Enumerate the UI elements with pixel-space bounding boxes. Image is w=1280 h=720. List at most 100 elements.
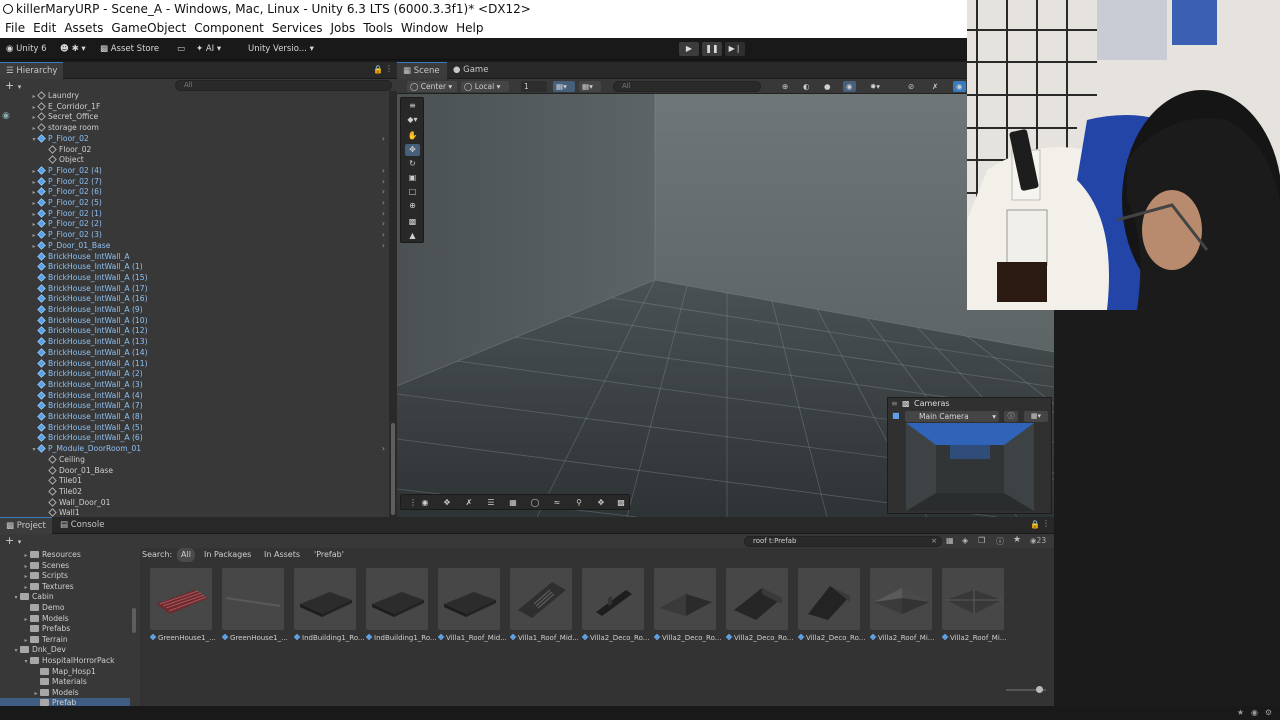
open-prefab-arrow-icon[interactable]: › — [382, 444, 385, 455]
pause-button[interactable]: ❚❚ — [702, 42, 722, 56]
tab-project[interactable]: ▩ Project — [0, 517, 52, 534]
hierarchy-row[interactable]: ▸ P_Floor_02 (1) › — [0, 209, 389, 220]
layers-icon[interactable]: ≈ — [549, 497, 565, 508]
palette-grip-icon[interactable]: ≡ — [405, 100, 420, 112]
info-icon[interactable]: ⓘ — [1004, 411, 1018, 422]
align-icon[interactable]: ☰ — [483, 497, 499, 508]
status-icon-3[interactable]: ⚙ — [1265, 708, 1272, 717]
probuilder-tool-icon[interactable]: ▲ — [405, 230, 420, 242]
tools-icon[interactable]: ✗ — [929, 81, 941, 92]
hierarchy-row[interactable]: ▸ E_Corridor_1F — [0, 102, 389, 113]
hierarchy-row[interactable]: Ceiling — [0, 455, 389, 466]
open-prefab-arrow-icon[interactable]: › — [382, 230, 385, 241]
hierarchy-row[interactable]: Floor_02 — [0, 145, 389, 156]
folder-row[interactable]: ▸ Textures — [0, 582, 130, 593]
hierarchy-row[interactable]: BrickHouse_IntWall_A (7) — [0, 401, 389, 412]
tab-game[interactable]: ● Game — [447, 62, 494, 79]
menu-assets[interactable]: Assets — [59, 19, 106, 38]
favorite-star-icon[interactable]: ★ — [1013, 535, 1021, 545]
hierarchy-row[interactable]: BrickHouse_IntWall_A (8) — [0, 412, 389, 423]
custom-tool-icon[interactable]: ▩ — [405, 216, 420, 228]
hierarchy-row[interactable]: BrickHouse_IntWall_A (14) — [0, 348, 389, 359]
open-prefab-arrow-icon[interactable]: › — [382, 134, 385, 145]
version-control-dropdown[interactable]: Unity Versio... ▾ — [248, 42, 314, 56]
save-search-icon[interactable]: ▦ — [946, 536, 954, 545]
menu-services[interactable]: Services — [267, 19, 326, 38]
hidden-packages-count[interactable]: ◉23 — [1030, 536, 1046, 545]
asset-tile[interactable]: GreenHouse1_... — [222, 568, 288, 648]
open-prefab-arrow-icon[interactable]: › — [382, 177, 385, 188]
hierarchy-row[interactable]: BrickHouse_IntWall_A (13) — [0, 337, 389, 348]
open-prefab-arrow-icon[interactable]: › — [382, 241, 385, 252]
asset-store-button[interactable]: ▩ Asset Store — [100, 42, 159, 56]
scope-prefab[interactable]: 'Prefab' — [314, 548, 344, 562]
rotate-tool-icon[interactable]: ↻ — [405, 158, 420, 170]
tab-console[interactable]: ▤ Console — [54, 517, 110, 534]
hierarchy-row[interactable]: BrickHouse_IntWall_A — [0, 252, 389, 263]
folder-row[interactable]: ▸ Resources — [0, 550, 130, 561]
space-dropdown[interactable]: ◯ Local ▾ — [461, 81, 509, 92]
menu-component[interactable]: Component — [189, 19, 267, 38]
scene-viewport[interactable]: ≡ ◆▾ ✋ ✥ ↻ ▣ □ ⊕ ▩ ▲ ⋮ ◉ ✥ ✗ ☰ ▦ ◯ ≈ ⚲ ✥… — [397, 94, 1054, 517]
kebab-menu-icon[interactable]: ⋮ — [1042, 519, 1050, 528]
scale-tool-icon[interactable]: ▣ — [405, 172, 420, 184]
hierarchy-row[interactable]: Object — [0, 155, 389, 166]
draw-mode-icon[interactable]: ◆▾ — [405, 114, 420, 126]
pan-icon[interactable]: ✥ — [593, 497, 609, 508]
folder-scroll-thumb[interactable] — [132, 608, 136, 633]
hierarchy-row[interactable]: ▸ P_Floor_02 (3) › — [0, 230, 389, 241]
pivot-dropdown[interactable]: ◯ Center ▾ — [407, 81, 457, 92]
move-tool-icon[interactable]: ✥ — [405, 144, 420, 156]
snap-button[interactable]: ▦▾ — [579, 81, 601, 92]
asset-tile[interactable]: GreenHouse1_... — [150, 568, 216, 648]
open-prefab-arrow-icon[interactable]: › — [382, 209, 385, 220]
hierarchy-row[interactable]: ▾ P_Module_DoorRoom_01 › — [0, 444, 389, 455]
camera-options-icon[interactable]: ▦▾ — [1024, 411, 1048, 422]
hierarchy-row[interactable]: BrickHouse_IntWall_A (2) — [0, 369, 389, 380]
rect-tool-icon[interactable]: □ — [405, 186, 420, 198]
hierarchy-row[interactable]: BrickHouse_IntWall_A (11) — [0, 359, 389, 370]
scope-in-assets[interactable]: In Assets — [264, 548, 300, 562]
create-plus-button[interactable]: + ▾ — [5, 534, 21, 547]
zoom-icon[interactable]: ⚲ — [571, 497, 587, 508]
folder-row[interactable]: ▸ Scripts — [0, 571, 130, 582]
folder-row[interactable]: ▾ Cabin — [0, 592, 130, 603]
status-icon-1[interactable]: ★ — [1237, 708, 1244, 717]
hierarchy-row[interactable]: BrickHouse_IntWall_A (15) — [0, 273, 389, 284]
folder-row[interactable]: Prefab — [0, 698, 130, 706]
menu-window[interactable]: Window — [396, 19, 451, 38]
package-icon[interactable]: ▭ — [177, 42, 185, 56]
asset-tile[interactable]: Villa2_Roof_Mi... — [942, 568, 1006, 648]
open-prefab-arrow-icon[interactable]: › — [382, 166, 385, 177]
hierarchy-row[interactable]: ▸ P_Floor_02 (2) › — [0, 219, 389, 230]
hierarchy-row[interactable]: BrickHouse_IntWall_A (3) — [0, 380, 389, 391]
hand-tool-icon[interactable]: ✋ — [405, 130, 420, 142]
asset-tile[interactable]: IndBuilding1_Ro... — [366, 568, 437, 648]
orientation-icon[interactable]: ⊕ — [779, 81, 791, 92]
hierarchy-row[interactable]: ▸ P_Floor_02 (6) › — [0, 187, 389, 198]
hierarchy-row[interactable]: BrickHouse_IntWall_A (6) — [0, 433, 389, 444]
zoom-slider-thumb[interactable] — [1036, 686, 1043, 693]
hierarchy-row[interactable]: BrickHouse_IntWall_A (5) — [0, 423, 389, 434]
project-search-input[interactable]: roof t:Prefab × — [744, 536, 942, 547]
camera-select-dropdown[interactable]: Main Camera ▾ — [905, 411, 999, 422]
camera-view-icon[interactable]: ▩ — [613, 497, 629, 508]
hierarchy-row[interactable]: BrickHouse_IntWall_A (1) — [0, 262, 389, 273]
shading-wireframe-icon[interactable]: ◐ — [800, 81, 813, 92]
asset-tile[interactable]: Villa2_Deco_Ro... — [726, 568, 793, 648]
search-by-type-icon[interactable]: ◈ — [962, 536, 968, 545]
hierarchy-row[interactable]: BrickHouse_IntWall_A (10) — [0, 316, 389, 327]
unity-account-button[interactable]: ◉ Unity 6 — [6, 42, 47, 56]
grid-visibility-button[interactable]: ▦▾ — [553, 81, 575, 92]
orbit-icon[interactable]: ◯ — [527, 497, 543, 508]
hierarchy-row[interactable]: Tile01 — [0, 476, 389, 487]
folder-row[interactable]: Map_Hosp1 — [0, 667, 130, 678]
hierarchy-row[interactable]: BrickHouse_IntWall_A (16) — [0, 294, 389, 305]
hierarchy-scrollbar[interactable] — [389, 91, 397, 517]
overlay-grip-icon[interactable]: ≡ — [891, 398, 898, 409]
hierarchy-row[interactable]: BrickHouse_IntWall_A (9) — [0, 305, 389, 316]
lock-icon[interactable]: 🔒 — [373, 65, 383, 74]
zoom-slider[interactable] — [1006, 686, 1046, 693]
hierarchy-row[interactable]: Door_01_Base — [0, 466, 389, 477]
transform-tool-icon[interactable]: ⊕ — [405, 200, 420, 212]
